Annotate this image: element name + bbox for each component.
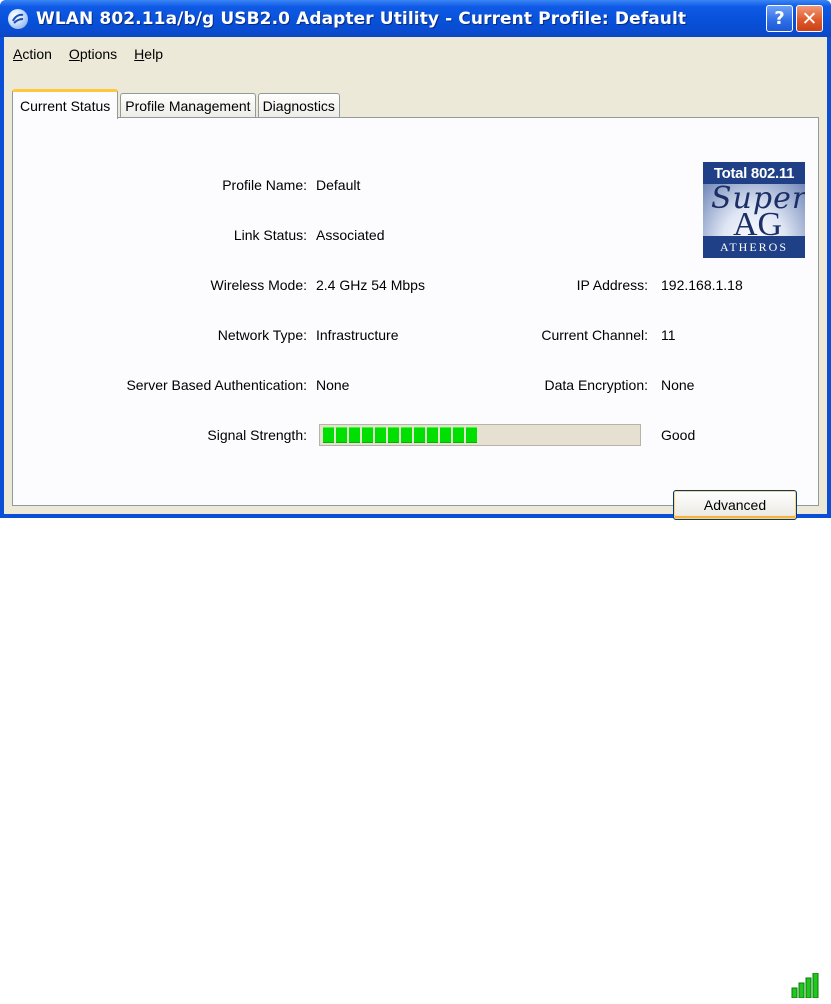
signal-segment: [336, 427, 347, 443]
window-title: WLAN 802.11a/b/g USB2.0 Adapter Utility …: [36, 8, 687, 29]
signal-segment: [375, 427, 386, 443]
data-encryption-label: Data Encryption:: [544, 377, 649, 393]
tab-diagnostics[interactable]: Diagnostics: [257, 93, 340, 118]
client-area: Action Options Help Current Status Profi…: [4, 37, 827, 520]
signal-segment: [362, 427, 373, 443]
signal-segment: [349, 427, 360, 443]
menu-action-rest: ction: [22, 46, 52, 62]
ip-address-label: IP Address:: [576, 277, 648, 293]
signal-strength-meter: [319, 424, 641, 446]
atheros-super-ag-logo: Total 802.11 Super AG ATHEROS: [703, 162, 805, 258]
profile-name-label: Profile Name:: [222, 177, 307, 193]
current-status-panel: Profile Name: Default Link Status: Assoc…: [12, 117, 819, 520]
menu-options[interactable]: Options: [69, 46, 117, 62]
signal-segment: [323, 427, 334, 443]
menu-options-rest: ptions: [79, 46, 118, 62]
menu-action[interactable]: Action: [13, 46, 52, 62]
help-button[interactable]: ?: [766, 5, 793, 32]
advanced-button[interactable]: Advanced: [673, 490, 797, 520]
signal-strength-label: Signal Strength:: [207, 427, 307, 443]
wireless-globe-icon: [8, 8, 28, 29]
wireless-mode-value: 2.4 GHz 54 Mbps: [316, 277, 425, 293]
signal-bars-icon[interactable]: [791, 973, 823, 998]
current-channel-value: 11: [661, 327, 676, 343]
menu-bar: Action Options Help: [4, 37, 827, 71]
link-status-label: Link Status:: [233, 227, 307, 243]
link-status-value: Associated: [316, 227, 385, 243]
ip-address-value: 192.168.1.18: [661, 277, 743, 293]
profile-name-value: Default: [316, 177, 361, 193]
signal-segment: [466, 427, 477, 443]
signal-strength-text: Good: [661, 427, 696, 443]
data-encryption-value: None: [661, 377, 695, 393]
logo-atheros: ATHEROS: [703, 236, 805, 258]
tab-profile-management[interactable]: Profile Management: [120, 93, 256, 118]
menu-help-mnemonic: H: [134, 46, 145, 62]
utility-window: WLAN 802.11a/b/g USB2.0 Adapter Utility …: [0, 0, 831, 520]
server-auth-label: Server Based Authentication:: [126, 377, 307, 393]
menu-help[interactable]: Help: [134, 46, 163, 62]
menu-help-rest: elp: [144, 46, 163, 62]
tab-strip: Current Status Profile Management Diagno…: [12, 88, 342, 119]
network-type-label: Network Type:: [217, 327, 307, 343]
title-bar[interactable]: WLAN 802.11a/b/g USB2.0 Adapter Utility …: [0, 0, 831, 37]
tab-current-status[interactable]: Current Status: [12, 89, 119, 119]
signal-segment: [453, 427, 464, 443]
signal-strength-fill: [323, 427, 477, 443]
signal-segment: [388, 427, 399, 443]
signal-segment: [427, 427, 438, 443]
wireless-mode-label: Wireless Mode:: [210, 277, 307, 293]
current-channel-label: Current Channel:: [541, 327, 648, 343]
server-auth-value: None: [316, 377, 350, 393]
menu-options-mnemonic: O: [68, 46, 80, 62]
network-type-value: Infrastructure: [316, 327, 399, 343]
signal-segment: [440, 427, 451, 443]
menu-action-mnemonic: A: [13, 46, 23, 62]
close-button[interactable]: ✕: [796, 5, 823, 32]
signal-segment: [401, 427, 412, 443]
signal-segment: [414, 427, 425, 443]
